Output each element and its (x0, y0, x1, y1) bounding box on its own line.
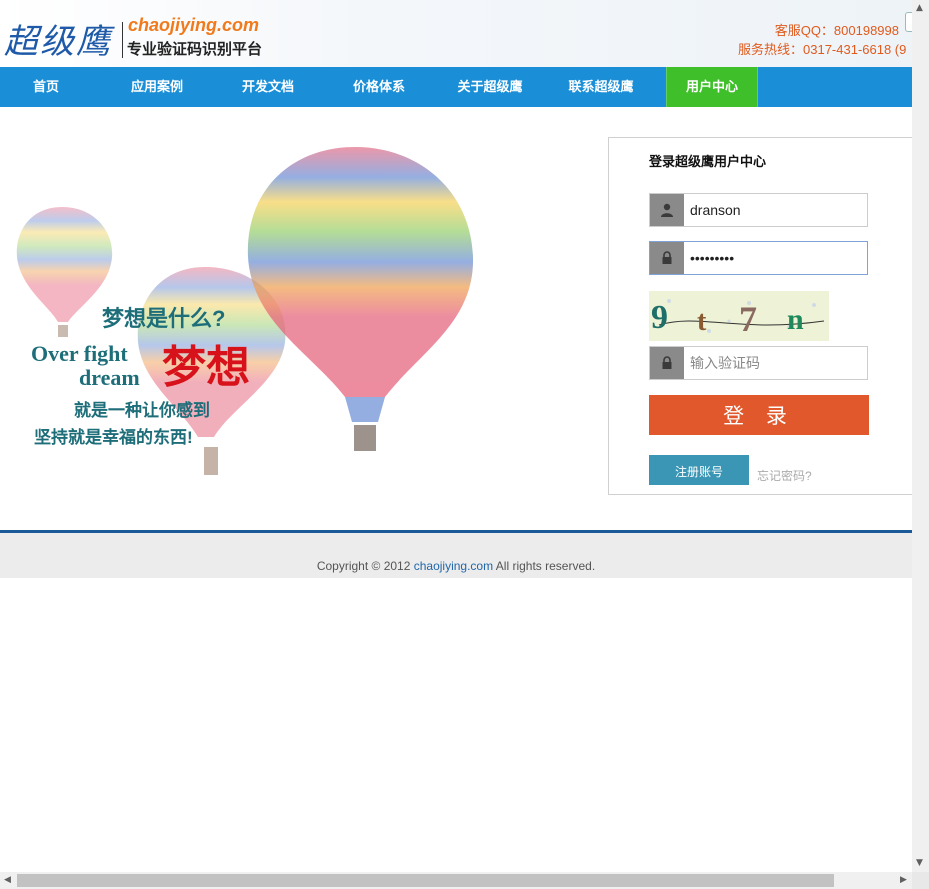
captcha-image[interactable]: 9 t 7 n (649, 291, 829, 341)
banner-slogan-line2: 坚持就是幸福的东西! (34, 428, 193, 447)
logo-domain[interactable]: chaojiying.com (128, 15, 259, 36)
logo-chinese[interactable]: 超级鹰 (4, 14, 112, 63)
lock-icon (650, 242, 684, 274)
site-header: 超级鹰 chaojiying.com 专业验证码识别平台 客服QQ：800198… (0, 0, 912, 67)
lock-icon (650, 347, 684, 379)
footer-suffix: All rights reserved. (493, 559, 596, 573)
login-button[interactable]: 登 录 (649, 395, 869, 435)
nav-item-user-center[interactable]: 用户中心 (666, 67, 758, 107)
username-input[interactable] (684, 194, 867, 226)
captcha-field (649, 346, 868, 380)
captcha-char-1: 9 (651, 299, 668, 336)
banner-english-line1: Over fight (31, 341, 128, 366)
hero-banner: 梦想是什么? Over fight dream 梦想 就是一种让你感到 坚持就是… (0, 107, 600, 527)
nav-item-home[interactable]: 首页 (0, 67, 92, 107)
page-viewport: 超级鹰 chaojiying.com 专业验证码识别平台 客服QQ：800198… (0, 0, 912, 872)
logo-slogan: 专业验证码识别平台 (127, 41, 263, 58)
scroll-right-arrow-icon[interactable]: ▶ (900, 875, 907, 885)
captcha-input[interactable] (684, 347, 867, 379)
main-nav: 首页 应用案例 开发文档 价格体系 关于超级鹰 联系超级鹰 用户中心 (0, 67, 912, 107)
horizontal-scrollbar[interactable]: ◀ ▶ (0, 872, 912, 889)
banner-slogan-line1: 就是一种让你感到 (74, 401, 210, 420)
register-button[interactable]: 注册账号 (649, 455, 749, 485)
login-panel: 登录超级鹰用户中心 9 t 7 (608, 137, 912, 495)
nav-item-pricing[interactable]: 价格体系 (333, 67, 425, 107)
contact-phone: 服务热线：0317-431-6618 (9 (738, 42, 907, 57)
nav-item-docs[interactable]: 开发文档 (222, 67, 314, 107)
nav-item-about[interactable]: 关于超级鹰 (444, 67, 536, 107)
username-field (649, 193, 868, 227)
scrollbar-corner (912, 872, 929, 889)
password-input[interactable] (684, 242, 867, 274)
password-field (649, 241, 868, 275)
balloon-small-icon (16, 207, 113, 337)
footer-link[interactable]: chaojiying.com (414, 559, 493, 573)
footer-copyright: Copyright © 2012 chaojiying.com All righ… (0, 559, 912, 573)
nav-item-cases[interactable]: 应用案例 (111, 67, 203, 107)
horizontal-scroll-thumb[interactable] (17, 874, 834, 887)
vertical-scrollbar[interactable]: ▲ ▼ (912, 0, 929, 872)
contact-qq: 客服QQ：800198998 (774, 23, 899, 38)
banner-question: 梦想是什么? (102, 306, 226, 331)
captcha-char-4: n (787, 303, 804, 336)
site-footer: Copyright © 2012 chaojiying.com All righ… (0, 533, 912, 578)
balloon-large-icon (247, 147, 474, 451)
scroll-down-arrow-icon[interactable]: ▼ (916, 858, 923, 868)
footer-prefix: Copyright © 2012 (316, 559, 414, 573)
user-icon (650, 194, 684, 226)
balloons-illustration (16, 147, 474, 475)
banner-dream-title: 梦想 (162, 343, 250, 392)
captcha-char-3: 7 (739, 299, 757, 339)
forgot-password-link[interactable]: 忘记密码? (757, 467, 812, 484)
banner-english-line2: dream (79, 365, 140, 390)
logo-divider (122, 22, 123, 58)
scroll-left-arrow-icon[interactable]: ◀ (4, 875, 11, 885)
header-widget-edge[interactable] (905, 12, 912, 32)
captcha-char-2: t (697, 306, 707, 337)
login-title: 登录超级鹰用户中心 (649, 154, 767, 169)
nav-item-contact[interactable]: 联系超级鹰 (555, 67, 647, 107)
scroll-up-arrow-icon[interactable]: ▲ (916, 3, 923, 13)
